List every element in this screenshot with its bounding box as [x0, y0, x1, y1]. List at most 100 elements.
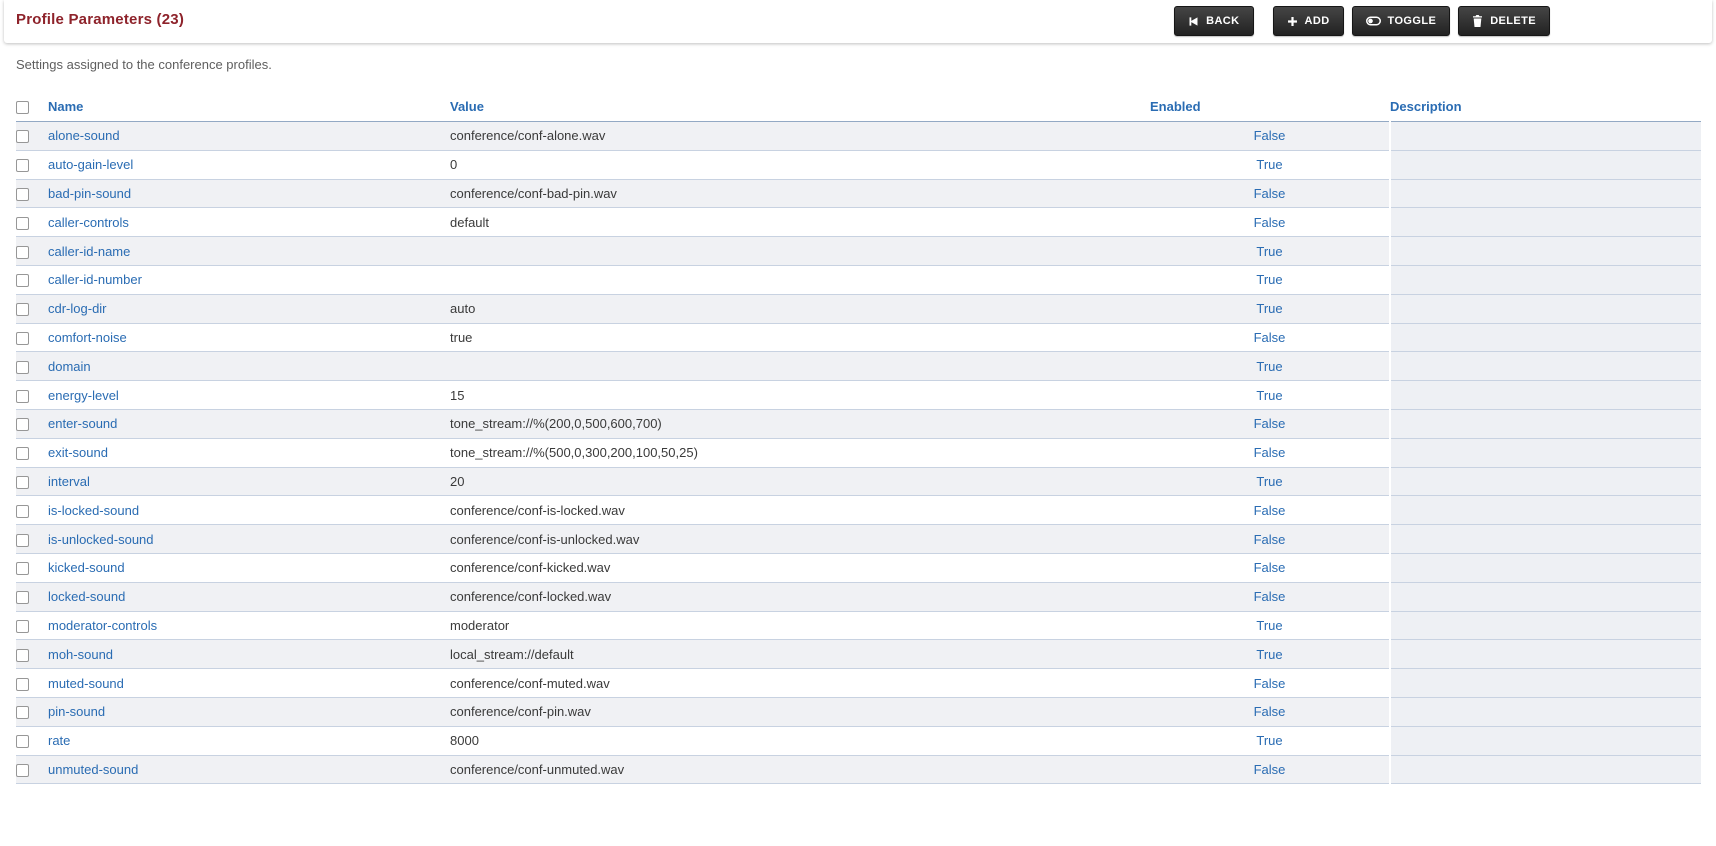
row-name-link[interactable]: is-unlocked-sound [48, 532, 154, 547]
row-enabled-link[interactable]: False [1254, 589, 1286, 604]
action-buttons: BACK ADD TOGGLE DELETE [1166, 6, 1550, 36]
row-checkbox[interactable] [16, 389, 29, 403]
row-name-link[interactable]: alone-sound [48, 128, 120, 143]
back-button[interactable]: BACK [1174, 6, 1254, 36]
row-enabled-link[interactable]: True [1256, 301, 1282, 316]
row-enabled-link[interactable]: False [1254, 445, 1286, 460]
row-enabled-link[interactable]: True [1256, 618, 1282, 633]
add-button[interactable]: ADD [1272, 6, 1344, 36]
row-name-link[interactable]: is-locked-sound [48, 503, 139, 518]
column-header-value[interactable]: Value [450, 99, 484, 114]
row-value: true [450, 329, 473, 345]
row-value: 15 [450, 387, 465, 403]
table-row: moh-sound local_stream://default True [16, 639, 1701, 670]
row-value: conference/conf-muted.wav [450, 675, 610, 691]
row-checkbox[interactable] [16, 418, 29, 432]
row-enabled-link[interactable]: True [1256, 157, 1282, 172]
row-name-link[interactable]: locked-sound [48, 589, 125, 604]
row-checkbox[interactable] [16, 188, 29, 202]
table-row: comfort-noise true False [16, 323, 1701, 353]
toggle-button[interactable]: TOGGLE [1351, 6, 1451, 36]
row-name-link[interactable]: caller-id-name [48, 244, 130, 259]
row-name-link[interactable]: energy-level [48, 388, 119, 403]
row-checkbox[interactable] [16, 648, 29, 662]
row-value: conference/conf-bad-pin.wav [450, 185, 617, 201]
row-value: conference/conf-alone.wav [450, 128, 606, 144]
table-header-row: Name Value Enabled Description [16, 92, 1701, 122]
row-checkbox[interactable] [16, 245, 29, 259]
table-row: caller-controls default False [16, 207, 1701, 238]
row-name-link[interactable]: moderator-controls [48, 618, 157, 633]
row-name-link[interactable]: muted-sound [48, 676, 124, 691]
table-row: alone-sound conference/conf-alone.wav Fa… [16, 121, 1701, 151]
row-checkbox[interactable] [16, 706, 29, 720]
row-checkbox[interactable] [16, 619, 29, 633]
row-enabled-link[interactable]: True [1256, 388, 1282, 403]
row-name-link[interactable]: bad-pin-sound [48, 186, 131, 201]
row-enabled-link[interactable]: False [1254, 330, 1286, 345]
row-checkbox[interactable] [16, 562, 29, 576]
table-row: rate 8000 True [16, 726, 1701, 756]
row-enabled-link[interactable]: True [1256, 733, 1282, 748]
row-name-link[interactable]: moh-sound [48, 647, 113, 662]
table-row: domain True [16, 351, 1701, 382]
trash-icon [1472, 15, 1483, 27]
row-name-link[interactable]: caller-controls [48, 215, 129, 230]
row-enabled-link[interactable]: False [1254, 416, 1286, 431]
row-name-link[interactable]: interval [48, 474, 90, 489]
row-enabled-link[interactable]: False [1254, 762, 1286, 777]
select-all-checkbox[interactable] [16, 101, 29, 115]
column-header-name[interactable]: Name [48, 99, 83, 114]
toggle-button-label: TOGGLE [1387, 15, 1437, 27]
row-checkbox[interactable] [16, 533, 29, 547]
row-enabled-link[interactable]: True [1256, 359, 1282, 374]
table-row: caller-id-number True [16, 265, 1701, 295]
row-name-link[interactable]: cdr-log-dir [48, 301, 107, 316]
row-checkbox[interactable] [16, 130, 29, 144]
row-name-link[interactable]: unmuted-sound [48, 762, 138, 777]
table-row: enter-sound tone_stream://%(200,0,500,60… [16, 409, 1701, 439]
row-enabled-link[interactable]: False [1254, 676, 1286, 691]
row-enabled-link[interactable]: True [1256, 244, 1282, 259]
row-enabled-link[interactable]: False [1254, 532, 1286, 547]
row-checkbox[interactable] [16, 303, 29, 317]
row-enabled-link[interactable]: False [1254, 503, 1286, 518]
row-checkbox[interactable] [16, 360, 29, 374]
row-name-link[interactable]: pin-sound [48, 704, 105, 719]
row-name-link[interactable]: comfort-noise [48, 330, 127, 345]
column-header-enabled[interactable]: Enabled [1150, 99, 1201, 114]
row-enabled-link[interactable]: False [1254, 704, 1286, 719]
table-row: moderator-controls moderator True [16, 611, 1701, 641]
row-enabled-link[interactable]: False [1254, 186, 1286, 201]
row-checkbox[interactable] [16, 735, 29, 749]
row-enabled-link[interactable]: True [1256, 647, 1282, 662]
row-name-link[interactable]: kicked-sound [48, 560, 125, 575]
row-enabled-link[interactable]: False [1254, 128, 1286, 143]
row-checkbox[interactable] [16, 332, 29, 345]
row-value: auto [450, 301, 476, 317]
row-name-link[interactable]: enter-sound [48, 416, 117, 431]
row-checkbox[interactable] [16, 504, 29, 518]
row-name-link[interactable]: exit-sound [48, 445, 108, 460]
row-name-link[interactable]: rate [48, 733, 70, 748]
table-row: bad-pin-sound conference/conf-bad-pin.wa… [16, 179, 1701, 209]
table-row: caller-id-name True [16, 236, 1701, 266]
row-enabled-link[interactable]: True [1256, 474, 1282, 489]
row-checkbox[interactable] [16, 591, 29, 605]
row-name-link[interactable]: caller-id-number [48, 272, 142, 287]
row-checkbox[interactable] [16, 216, 29, 230]
row-name-link[interactable]: auto-gain-level [48, 157, 133, 172]
row-checkbox[interactable] [16, 447, 29, 461]
row-checkbox[interactable] [16, 763, 29, 777]
row-value: conference/conf-pin.wav [450, 704, 591, 720]
row-name-link[interactable]: domain [48, 359, 91, 374]
row-enabled-link[interactable]: True [1256, 272, 1282, 287]
column-header-description[interactable]: Description [1390, 99, 1462, 114]
delete-button[interactable]: DELETE [1458, 6, 1550, 36]
row-enabled-link[interactable]: False [1254, 215, 1286, 230]
row-checkbox[interactable] [16, 475, 29, 489]
row-checkbox[interactable] [16, 677, 29, 691]
row-checkbox[interactable] [16, 274, 29, 288]
row-checkbox[interactable] [16, 159, 29, 173]
row-enabled-link[interactable]: False [1254, 560, 1286, 575]
